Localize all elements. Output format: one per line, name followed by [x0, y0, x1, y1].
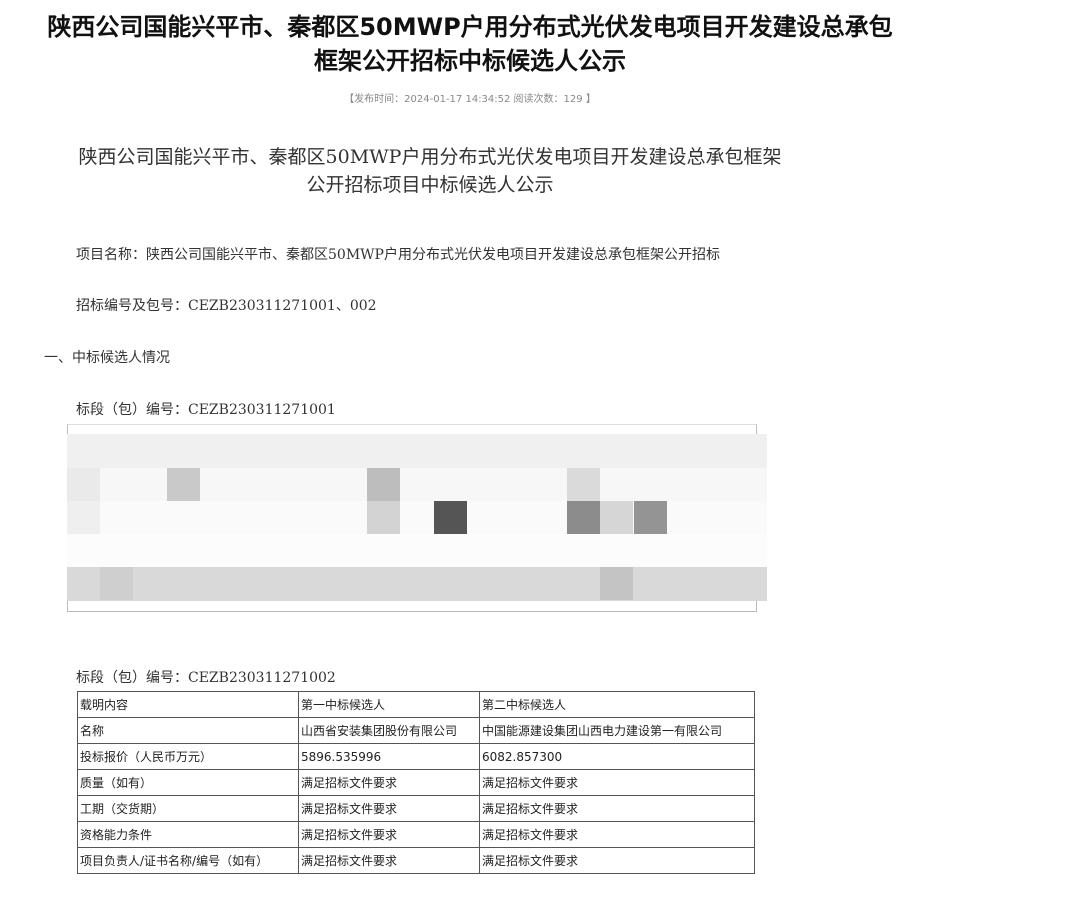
table-cell: 质量（如有） — [77, 769, 299, 796]
table-row-bid-price-row: 投标报价（人民币万元） 5896.535996 6082.857300 — [77, 743, 755, 770]
section-heading: 一、中标候选人情况 — [44, 350, 170, 366]
table-cell: 名称 — [77, 717, 299, 744]
table-row-duration-row: 工期（交货期） 满足招标文件要求 满足招标文件要求 — [77, 795, 755, 822]
table-cell: 载明内容 — [77, 691, 299, 718]
table-cell: 满足招标文件要求 — [298, 847, 480, 874]
tender-code: 招标编号及包号：CEZB230311271001、002 — [76, 298, 377, 314]
document-title: 陕西公司国能兴平市、秦都区50MWP户用分布式光伏发电项目开发建设总承包框架 公… — [40, 143, 820, 199]
lot2-candidates-table: 载明内容 第一中标候选人 第二中标候选人 名称 山西省安装集团股份有限公司 中国能源建设集… — [77, 691, 755, 874]
table-cell: 满足招标文件要求 — [298, 821, 480, 848]
table-row-qualification-row: 资格能力条件 满足招标文件要求 满足招标文件要求 — [77, 821, 755, 848]
table-cell: 满足招标文件要求 — [298, 795, 480, 822]
table-row-quality-row: 质量（如有） 满足招标文件要求 满足招标文件要求 — [77, 769, 755, 796]
table-cell: 第二中标候选人 — [479, 691, 755, 718]
table-cell: 5896.535996 — [298, 743, 480, 770]
table-cell: 资格能力条件 — [77, 821, 299, 848]
document-title-line-2: 公开招标项目中标候选人公示 — [306, 174, 554, 196]
table-cell: 满足招标文件要求 — [298, 769, 480, 796]
redacted-table-image — [67, 424, 767, 612]
project-name: 项目名称：陕西公司国能兴平市、秦都区50MWP户用分布式光伏发电项目开发建设总承… — [76, 247, 720, 263]
table-cell: 满足招标文件要求 — [479, 795, 755, 822]
table-cell: 满足招标文件要求 — [479, 769, 755, 796]
page-title: 陕西公司国能兴平市、秦都区50MWP户用分布式光伏发电项目开发建设总承包 框架公… — [0, 10, 940, 78]
table-cell: 6082.857300 — [479, 743, 755, 770]
lot2-heading: 标段（包）编号：CEZB230311271002 — [76, 670, 336, 686]
table-cell: 山西省安装集团股份有限公司 — [298, 717, 480, 744]
document-title-line-1: 陕西公司国能兴平市、秦都区50MWP户用分布式光伏发电项目开发建设总承包框架 — [78, 146, 782, 168]
table-row-name-row: 名称 山西省安装集团股份有限公司 中国能源建设集团山西电力建设第一有限公司 — [77, 717, 755, 744]
table-cell: 第一中标候选人 — [298, 691, 480, 718]
publish-meta: 【发布时间：2024-01-17 14:34:52 阅读次数：129 】 — [344, 94, 596, 105]
table-cell: 满足招标文件要求 — [479, 847, 755, 874]
table-cell: 满足招标文件要求 — [479, 821, 755, 848]
table-row-header-row: 载明内容 第一中标候选人 第二中标候选人 — [77, 691, 755, 718]
page-title-line-2: 框架公开招标中标候选人公示 — [314, 47, 626, 75]
page-title-line-1: 陕西公司国能兴平市、秦都区50MWP户用分布式光伏发电项目开发建设总承包 — [47, 13, 893, 41]
table-cell: 项目负责人/证书名称/编号（如有） — [77, 847, 299, 874]
lot1-heading: 标段（包）编号：CEZB230311271001 — [76, 402, 336, 418]
table-row-project-manager-row: 项目负责人/证书名称/编号（如有） 满足招标文件要求 满足招标文件要求 — [77, 847, 755, 874]
table-cell: 中国能源建设集团山西电力建设第一有限公司 — [479, 717, 755, 744]
table-cell: 工期（交货期） — [77, 795, 299, 822]
table-cell: 投标报价（人民币万元） — [77, 743, 299, 770]
